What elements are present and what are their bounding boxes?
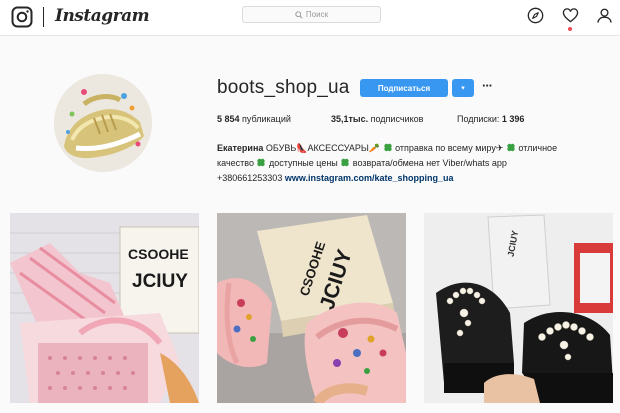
bio-text-2b: доступные цены [268, 158, 341, 168]
bio-line-1: Екатерина ОБУВЬ👠АКСЕССУАРЫ🥕 отправка по … [217, 141, 607, 156]
notification-dot [568, 27, 572, 31]
posts-number: 5 854 [217, 114, 240, 124]
box-text-1: CSOOHE [128, 246, 189, 262]
more-options-button[interactable]: ··· [480, 79, 494, 97]
bio-line-2: качество доступные цены возврата/обмена … [217, 156, 607, 171]
person-icon[interactable] [596, 7, 613, 24]
post-1-image: CSOOHE JCIUY [10, 213, 199, 403]
bio-full-name: Екатерина [217, 143, 264, 153]
clover-icon [507, 143, 515, 152]
suggestions-dropdown-button[interactable]: ▾ [452, 79, 474, 97]
photo-post-2[interactable]: CSOOHE JCIUY [217, 213, 406, 403]
search-placeholder: Поиск [305, 10, 329, 19]
instagram-glyph-icon[interactable] [11, 6, 33, 28]
posts-count: 5 854 публикаций [217, 114, 291, 124]
clover-icon [257, 158, 266, 167]
posts-label: публикаций [239, 114, 291, 124]
top-nav: Instagram Поиск [0, 0, 620, 36]
post-2-image: CSOOHE JCIUY [217, 213, 406, 403]
search-icon [295, 10, 303, 19]
follow-button[interactable]: Подписаться [360, 79, 448, 97]
bio-phone: +380661253303 [217, 173, 285, 183]
profile-username: boots_shop_ua [217, 77, 350, 98]
nav-divider [43, 7, 44, 27]
photo-post-1[interactable]: CSOOHE JCIUY [10, 213, 199, 403]
clover-icon [383, 143, 392, 152]
followers-label: подписчиков [368, 114, 424, 124]
clover-icon [341, 158, 349, 167]
profile-avatar[interactable] [54, 74, 152, 172]
heart-icon[interactable] [562, 7, 579, 24]
bio-line-3: +380661253303 www.instagram.com/kate_sho… [217, 171, 607, 186]
photo-grid: CSOOHE JCIUY CSOOHE JCIUY JCIUY [10, 213, 614, 413]
avatar-image [54, 74, 152, 172]
bio-text-2a: качество [217, 158, 257, 168]
bio-text-1a: ОБУВЬ👠АКСЕССУАРЫ🥕 [263, 143, 383, 153]
bio-text-1c: отличное [518, 143, 558, 153]
bio-text-1b: отправка по всему миру✈ [395, 143, 506, 153]
instagram-wordmark[interactable]: Instagram [55, 6, 150, 26]
followers-number: 35,1тыс. [331, 114, 369, 124]
followers-count[interactable]: 35,1тыс. подписчиков [331, 114, 423, 124]
following-label: Подписки: [457, 114, 502, 124]
search-input[interactable]: Поиск [242, 6, 381, 23]
box-text-2: JCIUY [132, 271, 188, 292]
following-count[interactable]: Подписки: 1 396 [457, 114, 524, 124]
bio-text-2c: возврата/обмена нет Viber/whats app [352, 158, 507, 168]
post-3-image: JCIUY [424, 213, 613, 403]
profile-bio: Екатерина ОБУВЬ👠АКСЕССУАРЫ🥕 отправка по … [217, 141, 607, 186]
compass-icon[interactable] [527, 7, 544, 24]
photo-post-3[interactable]: JCIUY [424, 213, 613, 403]
bio-website-link[interactable]: www.instagram.com/kate_shopping_ua [285, 173, 454, 183]
following-number: 1 396 [501, 114, 525, 124]
